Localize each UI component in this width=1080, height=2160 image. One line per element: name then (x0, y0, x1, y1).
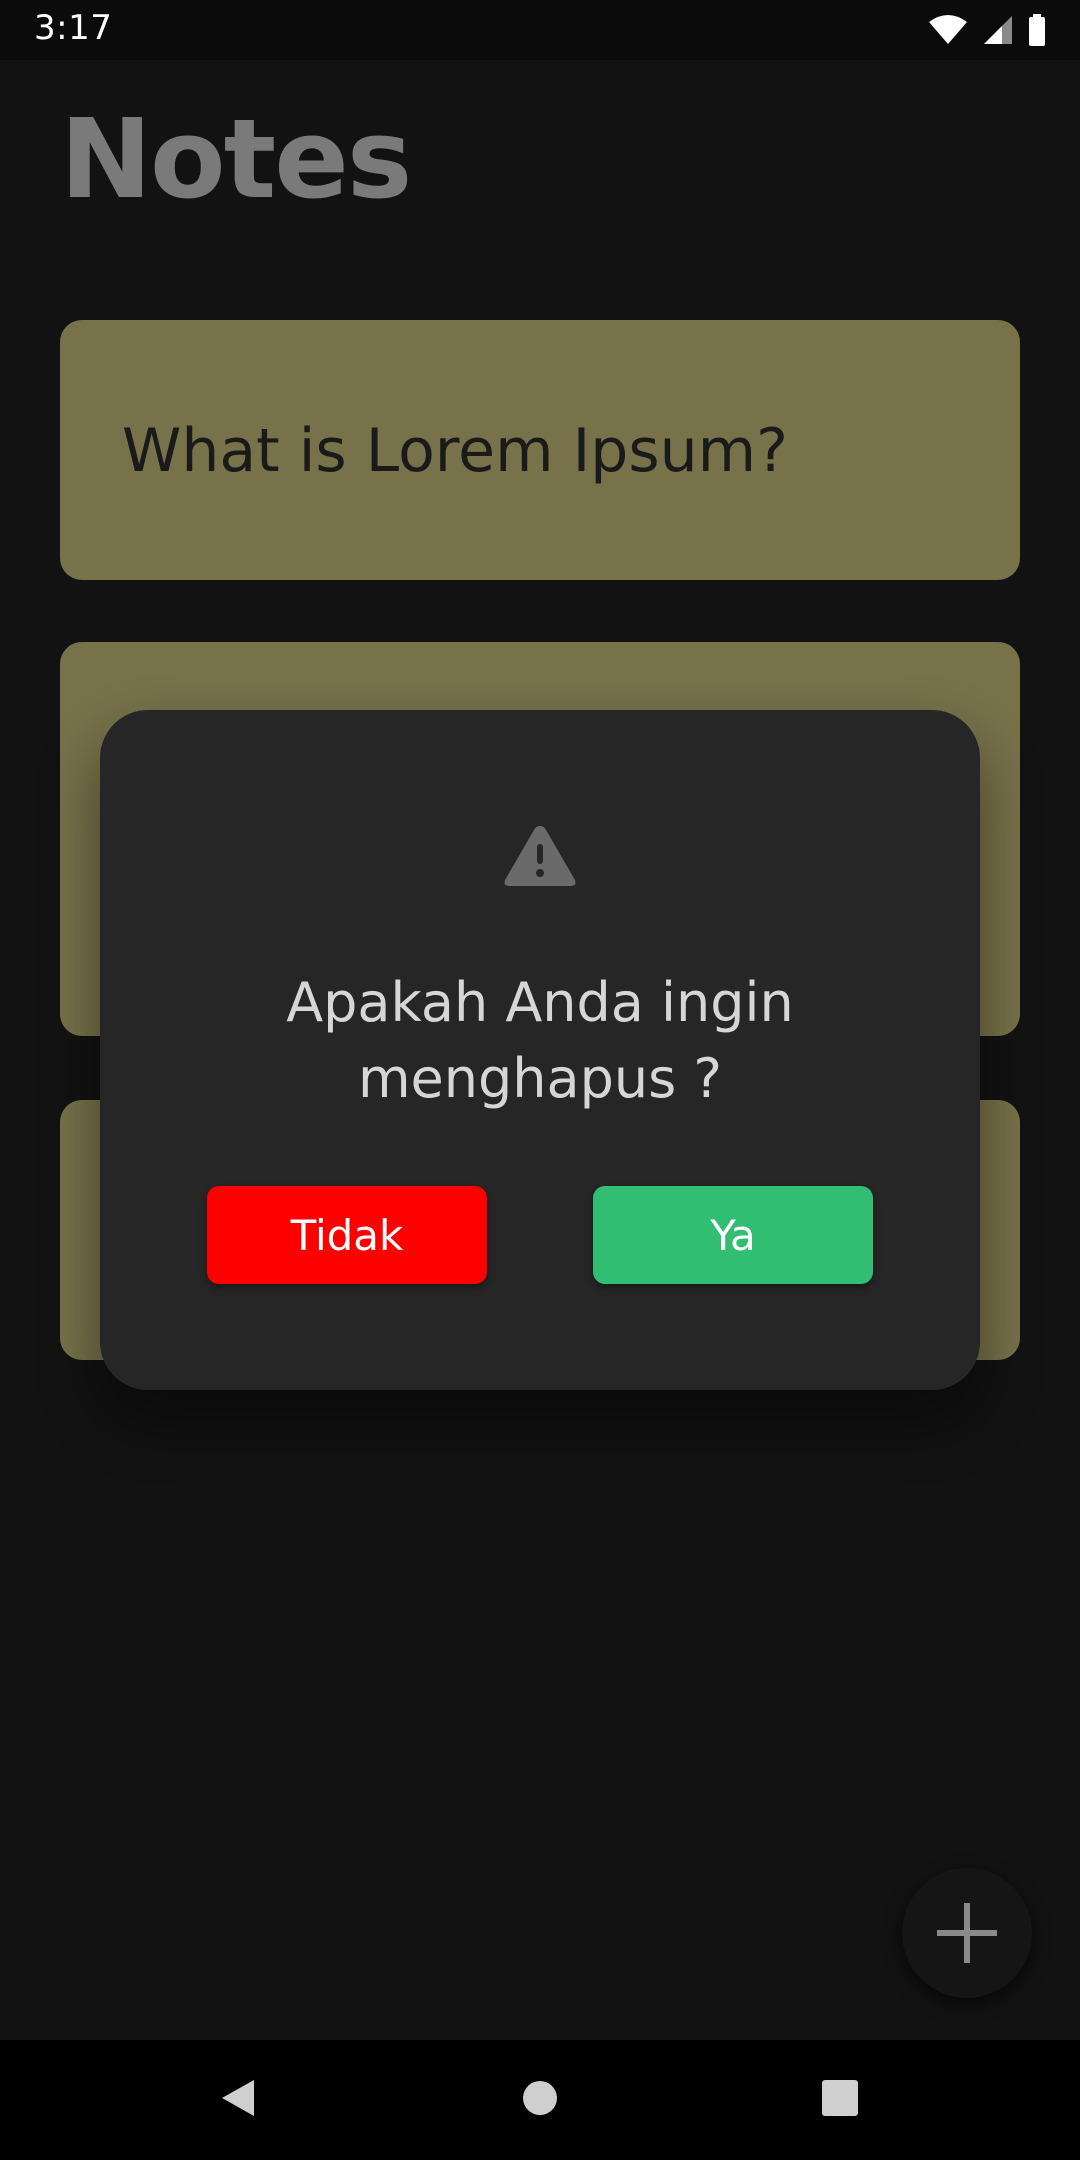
home-icon (520, 2078, 560, 2122)
note-title: What is Lorem Ipsum? (122, 416, 788, 486)
cell-signal-icon (982, 14, 1014, 46)
back-icon (216, 2076, 260, 2124)
cancel-button[interactable]: Tidak (207, 1186, 487, 1284)
battery-icon (1028, 14, 1046, 46)
add-note-button[interactable] (902, 1868, 1032, 1998)
back-button[interactable] (178, 2040, 298, 2160)
page-title: Notes (60, 95, 412, 223)
note-card[interactable]: What is Lorem Ipsum? (60, 320, 1020, 580)
wifi-icon (928, 14, 968, 46)
dialog-message: Apakah Anda ingin menghapus ? (286, 971, 794, 1110)
navigation-bar (0, 2040, 1080, 2160)
warning-icon (502, 822, 578, 894)
recents-icon (820, 2078, 860, 2122)
delete-confirm-dialog: Apakah Anda ingin menghapus ? Tidak Ya (100, 710, 980, 1390)
confirm-button[interactable]: Ya (593, 1186, 873, 1284)
status-time: 3:17 (34, 8, 113, 48)
screen: 3:17 Notes What is Lorem Ipsum? Apakah A… (0, 0, 1080, 2160)
home-button[interactable] (480, 2040, 600, 2160)
status-icons (928, 12, 1046, 48)
status-bar: 3:17 (0, 0, 1080, 60)
recents-button[interactable] (780, 2040, 900, 2160)
